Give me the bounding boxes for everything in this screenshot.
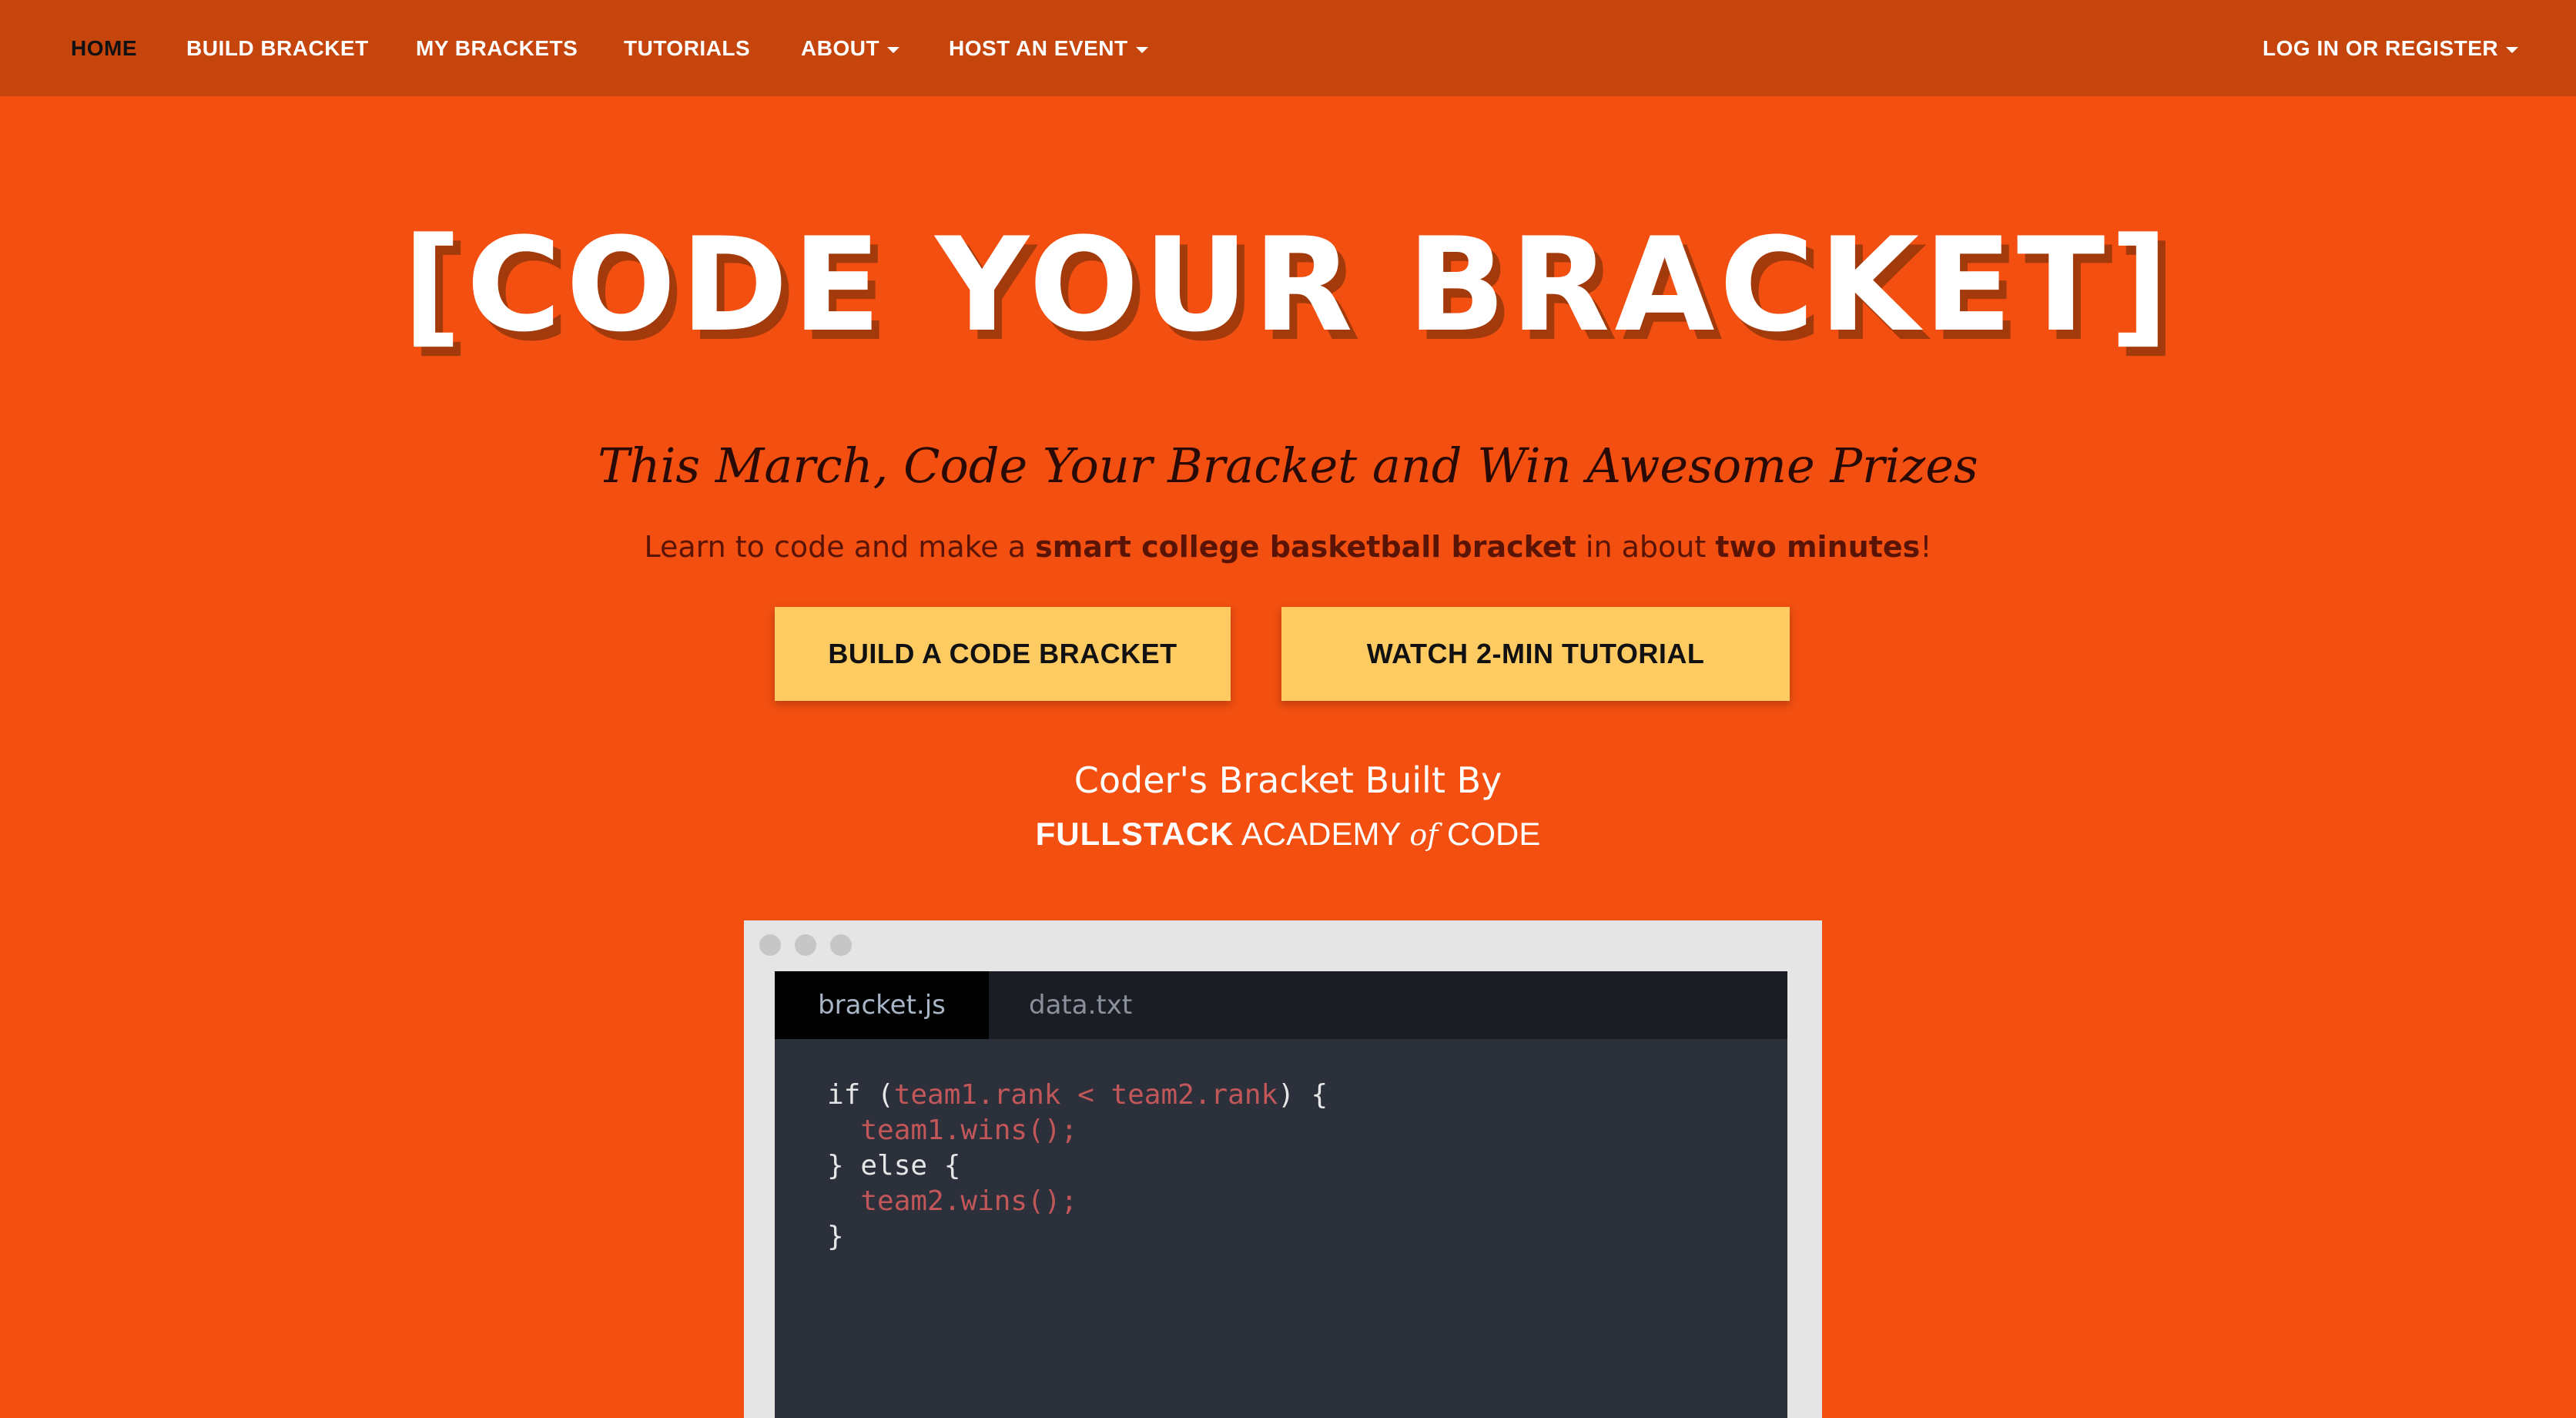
- window-dot-icon: [759, 934, 781, 956]
- chevron-down-icon: [1135, 46, 1148, 53]
- window-dot-icon: [795, 934, 816, 956]
- subline-text-3: !: [1920, 530, 1932, 564]
- code-line: }: [827, 1221, 844, 1252]
- nav-about[interactable]: ABOUT: [801, 0, 900, 96]
- hero-tagline: This March, Code Your Bracket and Win Aw…: [598, 437, 1978, 494]
- tab-data-txt[interactable]: data.txt: [1029, 971, 1132, 1039]
- code-token: if (: [827, 1079, 894, 1111]
- code-token: ) {: [1278, 1079, 1328, 1111]
- code-token: team1.rank < team2.rank: [893, 1079, 1278, 1111]
- top-navbar: HOME BUILD BRACKET MY BRACKETS TUTORIALS…: [0, 0, 2576, 96]
- subline-text-2: in about: [1576, 530, 1716, 564]
- chevron-down-icon: [2506, 46, 2519, 53]
- code-editor: bracket.js data.txt if (team1.rank < tea…: [775, 971, 1787, 1418]
- code-line: team2.wins();: [860, 1185, 1078, 1217]
- fullstack-logo[interactable]: FULLSTACK ACADEMY of CODE: [0, 809, 2576, 860]
- nav-tutorials[interactable]: TUTORIALS: [624, 0, 750, 96]
- nav-build-bracket[interactable]: BUILD BRACKET: [186, 0, 369, 96]
- nav-host-an-event[interactable]: HOST AN EVENT: [949, 0, 1148, 96]
- subline-text-1: Learn to code and make a: [644, 530, 1036, 564]
- watch-tutorial-button[interactable]: WATCH 2-MIN TUTORIAL: [1281, 607, 1790, 701]
- nav-login-label: LOG IN OR REGISTER: [2263, 36, 2499, 60]
- logo-academy-text: ACADEMY: [1241, 816, 1401, 852]
- subline-bold-1: smart college basketball bracket: [1035, 530, 1576, 564]
- editor-tabbar: bracket.js data.txt: [775, 971, 1787, 1039]
- window-dot-icon: [830, 934, 852, 956]
- code-line: } else {: [827, 1150, 961, 1182]
- code-window: bracket.js data.txt if (team1.rank < tea…: [744, 920, 1822, 1418]
- tab-bracket-js[interactable]: bracket.js: [775, 971, 989, 1039]
- built-by-label: Coder's Bracket Built By: [1074, 759, 1502, 801]
- hero-subline: Learn to code and make a smart college b…: [0, 524, 2576, 570]
- hero-title: [CODE YOUR BRACKET]: [402, 210, 2174, 360]
- nav-host-label: HOST AN EVENT: [949, 36, 1128, 60]
- code-line: team1.wins();: [860, 1115, 1078, 1146]
- nav-home[interactable]: HOME: [71, 0, 137, 96]
- code-block[interactable]: if (team1.rank < team2.rank) { team1.win…: [827, 1078, 1328, 1255]
- nav-login-register[interactable]: LOG IN OR REGISTER: [2263, 0, 2519, 96]
- logo-fullstack-text: FULLSTACK: [1035, 816, 1234, 852]
- nav-about-label: ABOUT: [801, 36, 880, 60]
- nav-my-brackets[interactable]: MY BRACKETS: [416, 0, 578, 96]
- build-code-bracket-button[interactable]: BUILD A CODE BRACKET: [775, 607, 1231, 701]
- logo-code-text: CODE: [1447, 816, 1541, 852]
- subline-bold-2: two minutes: [1715, 530, 1921, 564]
- chevron-down-icon: [887, 46, 900, 53]
- logo-of-text: of: [1409, 818, 1439, 852]
